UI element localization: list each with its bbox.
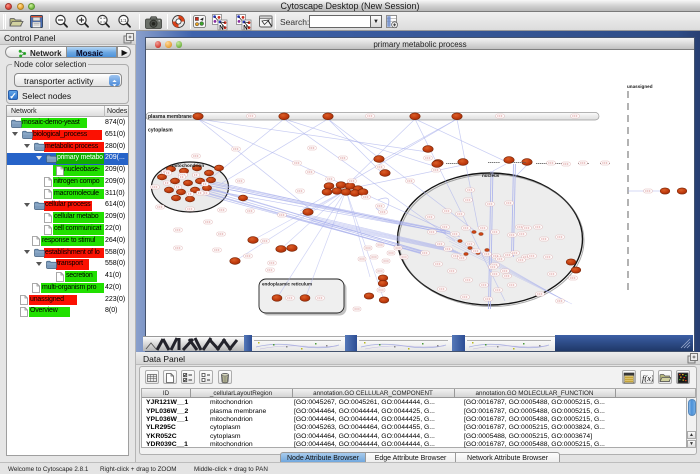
svg-text:endoplasmic reticulum: endoplasmic reticulum: [262, 282, 312, 287]
svg-text:f(x): f(x): [642, 373, 653, 383]
svg-text:plasma membrane: plasma membrane: [148, 114, 192, 120]
svg-text:1:1: 1:1: [120, 18, 127, 23]
svg-text:nucleus: nucleus: [482, 173, 500, 178]
svg-text:cytoplasm: cytoplasm: [148, 128, 173, 134]
svg-text:mitochondrion: mitochondrion: [172, 163, 204, 168]
svg-text:unassigned: unassigned: [627, 84, 653, 89]
